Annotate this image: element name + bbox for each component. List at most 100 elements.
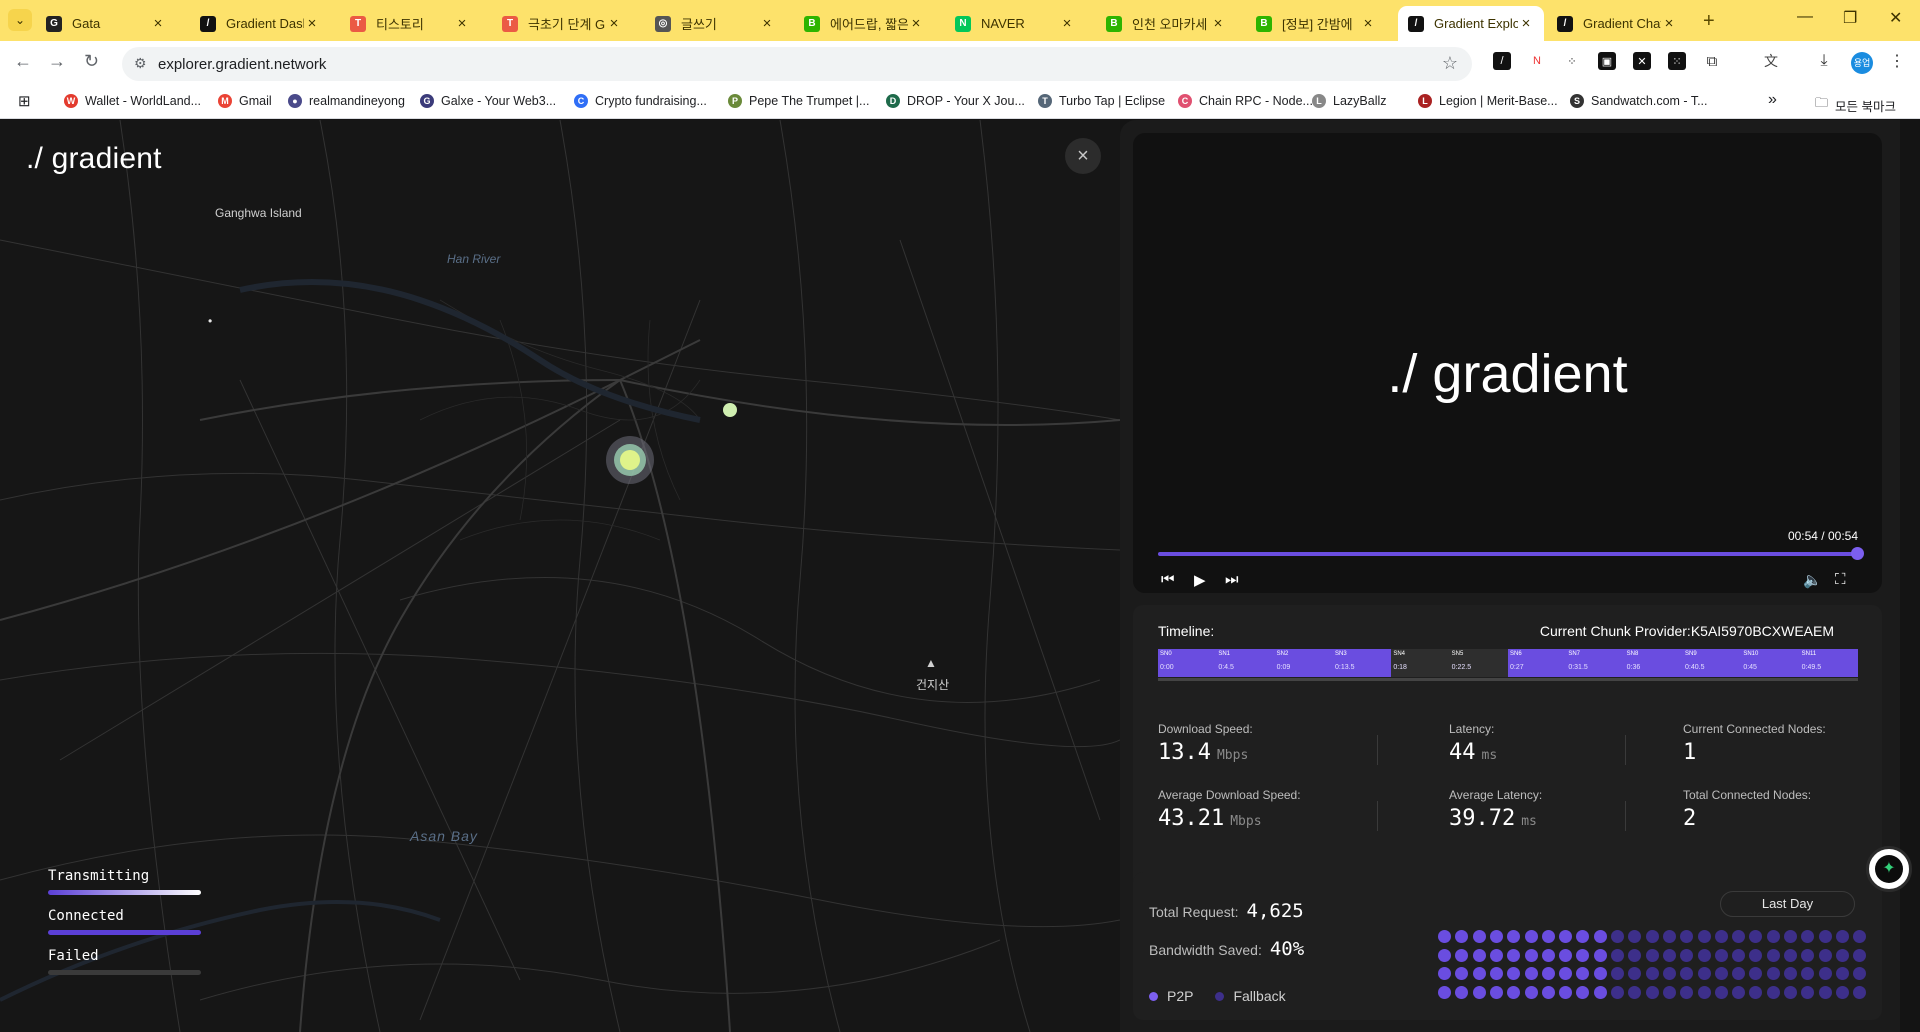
tab-close-icon[interactable]: × bbox=[454, 15, 470, 32]
tab-close-icon[interactable]: × bbox=[1360, 15, 1376, 32]
tab-7[interactable]: B 인천 오마카세 × bbox=[1096, 6, 1236, 41]
url-text[interactable]: explorer.gradient.network bbox=[158, 56, 326, 73]
extension-icon[interactable]: N bbox=[1528, 52, 1546, 70]
bookmark-item[interactable]: C Chain RPC - Node... bbox=[1178, 94, 1313, 108]
tab-close-icon[interactable]: × bbox=[1210, 15, 1226, 32]
p2p-dot bbox=[1489, 985, 1503, 999]
site-info-icon[interactable]: ⚙ bbox=[134, 55, 147, 72]
download-speed-unit: Mbps bbox=[1216, 748, 1249, 763]
fallback-dot bbox=[1714, 967, 1728, 980]
chunk-time: 0:36 bbox=[1626, 664, 1641, 671]
bookmark-item[interactable]: ● realmandineyong bbox=[288, 94, 405, 108]
all-bookmarks-folder[interactable]: 🗀 모든 북마크 bbox=[1815, 94, 1896, 116]
tab-2[interactable]: T 티스토리 × bbox=[340, 6, 480, 41]
extension-icon[interactable]: ▣ bbox=[1598, 52, 1616, 70]
reload-icon[interactable]: ↻ bbox=[84, 51, 99, 72]
fallback-dot bbox=[1749, 967, 1763, 980]
tab-title: Gradient Explo bbox=[1434, 16, 1518, 31]
bookmark-item[interactable]: L LazyBallz bbox=[1312, 94, 1387, 108]
bookmark-item[interactable]: G Galxe - Your Web3... bbox=[420, 94, 556, 108]
bookmark-item[interactable]: D DROP - Your X Jou... bbox=[886, 94, 1025, 108]
address-bar[interactable]: ⚙ explorer.gradient.network ☆ bbox=[122, 47, 1472, 81]
translate-icon[interactable]: 文 bbox=[1762, 52, 1780, 70]
fallback-dot bbox=[1766, 967, 1780, 980]
bookmark-item[interactable]: C Crypto fundraising... bbox=[574, 94, 707, 108]
tab-close-icon[interactable]: × bbox=[606, 15, 622, 32]
menu-icon[interactable]: ⋮ bbox=[1888, 52, 1906, 70]
close-icon[interactable]: × bbox=[1065, 138, 1101, 174]
download-icon[interactable]: ⤓ bbox=[1815, 52, 1833, 70]
bookmark-item[interactable]: T Turbo Tap | Eclipse bbox=[1038, 94, 1165, 108]
fallback-dot bbox=[1732, 948, 1746, 962]
bookmark-item[interactable]: P Pepe The Trumpet |... bbox=[728, 94, 869, 108]
close-window-icon[interactable]: ✕ bbox=[1889, 8, 1902, 28]
extension-icon[interactable]: ✕ bbox=[1633, 52, 1651, 70]
time-range-button[interactable]: Last Day bbox=[1720, 891, 1855, 917]
extension-icon[interactable]: ⁘ bbox=[1563, 52, 1581, 70]
tab-close-icon[interactable]: × bbox=[1059, 15, 1075, 32]
tab-8[interactable]: B [정보] 간밤에 × bbox=[1246, 6, 1386, 41]
latency-unit: ms bbox=[1481, 748, 1498, 763]
bookmark-label: Pepe The Trumpet |... bbox=[749, 94, 870, 108]
tab-close-icon[interactable]: × bbox=[1518, 15, 1534, 32]
tab-1[interactable]: / Gradient Dash × bbox=[190, 6, 330, 41]
profile-avatar[interactable]: 용업 bbox=[1851, 52, 1873, 74]
skip-back-icon[interactable]: ⏮ bbox=[1161, 571, 1175, 588]
bookmark-item[interactable]: M Gmail bbox=[218, 94, 272, 108]
extension-icon[interactable]: ⁙ bbox=[1668, 52, 1686, 70]
p2p-dot bbox=[1524, 930, 1538, 943]
tab-6[interactable]: N NAVER × bbox=[945, 6, 1085, 41]
page-logo[interactable]: ./ gradient bbox=[26, 142, 162, 176]
network-map[interactable]: • Ganghwa Island Han River Asan Bay ▲ 건지… bbox=[0, 120, 1120, 1032]
forward-icon[interactable]: → bbox=[48, 51, 66, 72]
restore-icon[interactable]: ❐ bbox=[1843, 8, 1857, 28]
assistant-button[interactable]: ✦ bbox=[1866, 846, 1912, 892]
fallback-dot bbox=[1766, 985, 1780, 999]
bookmarks-more-icon[interactable]: » bbox=[1768, 91, 1777, 109]
tab-3[interactable]: T 극초기 단계 Gr × bbox=[492, 6, 632, 41]
minimize-icon[interactable]: — bbox=[1797, 8, 1813, 26]
extensions-puzzle-icon[interactable]: ⧉ bbox=[1703, 52, 1721, 70]
video-progress-bar[interactable] bbox=[1158, 552, 1857, 556]
apps-icon[interactable]: ⊞ bbox=[18, 92, 31, 110]
fallback-dot bbox=[1662, 930, 1676, 943]
legend-label: Connected bbox=[48, 908, 124, 924]
tab-close-icon[interactable]: × bbox=[150, 15, 166, 32]
total-request-value: 4,625 bbox=[1246, 900, 1304, 922]
back-icon[interactable]: ← bbox=[14, 51, 32, 72]
latency-value: 44 ms bbox=[1449, 740, 1497, 765]
video-scrubber-handle[interactable] bbox=[1851, 547, 1864, 560]
tab-4[interactable]: ◎ 글쓰기 × bbox=[645, 6, 785, 41]
timeline-chunk: SN9 0:40.5 bbox=[1683, 649, 1742, 677]
bookmark-label: realmandineyong bbox=[309, 94, 405, 108]
p2p-dot bbox=[1541, 948, 1555, 962]
play-icon[interactable]: ▶ bbox=[1194, 571, 1206, 589]
tab-search-button[interactable]: ⌄ bbox=[8, 9, 32, 31]
skip-forward-icon[interactable]: ⏭ bbox=[1225, 571, 1239, 588]
total-nodes-label: Total Connected Nodes: bbox=[1683, 788, 1812, 802]
chunk-name: SN9 bbox=[1685, 651, 1697, 657]
volume-icon[interactable]: 🔈 bbox=[1803, 571, 1822, 589]
map-label-asan-bay: Asan Bay bbox=[410, 828, 478, 844]
bookmark-item[interactable]: W Wallet - WorldLand... bbox=[64, 94, 201, 108]
gradient-extension-icon[interactable]: / bbox=[1493, 52, 1511, 70]
tab-10[interactable]: / Gradient Chat × bbox=[1547, 6, 1687, 41]
tab-close-icon[interactable]: × bbox=[908, 15, 924, 32]
tab-close-icon[interactable]: × bbox=[759, 15, 775, 32]
video-player[interactable]: ./ gradient 00:54 / 00:54 ⏮ ▶ ⏭ 🔈 ⛶ bbox=[1133, 133, 1882, 593]
tab-0[interactable]: G Gata × bbox=[36, 6, 176, 41]
tab-close-icon[interactable]: × bbox=[304, 15, 320, 32]
fallback-dot bbox=[1835, 930, 1849, 943]
avg-download-unit: Mbps bbox=[1230, 814, 1262, 829]
bookmark-item[interactable]: S Sandwatch.com - T... bbox=[1570, 94, 1708, 108]
new-tab-button[interactable]: + bbox=[1703, 10, 1715, 33]
bookmark-favicon-icon: W bbox=[64, 94, 78, 108]
chunk-name: SN0 bbox=[1160, 651, 1172, 657]
chunk-time: 0:49.5 bbox=[1801, 664, 1822, 671]
tab-5[interactable]: B 에어드랍, 짧은 × bbox=[794, 6, 934, 41]
tab-9[interactable]: / Gradient Explo × bbox=[1398, 6, 1544, 41]
bookmark-star-icon[interactable]: ☆ bbox=[1442, 53, 1458, 74]
fullscreen-icon[interactable]: ⛶ bbox=[1835, 571, 1846, 588]
bookmark-item[interactable]: L Legion | Merit-Base... bbox=[1418, 94, 1558, 108]
tab-close-icon[interactable]: × bbox=[1661, 15, 1677, 32]
